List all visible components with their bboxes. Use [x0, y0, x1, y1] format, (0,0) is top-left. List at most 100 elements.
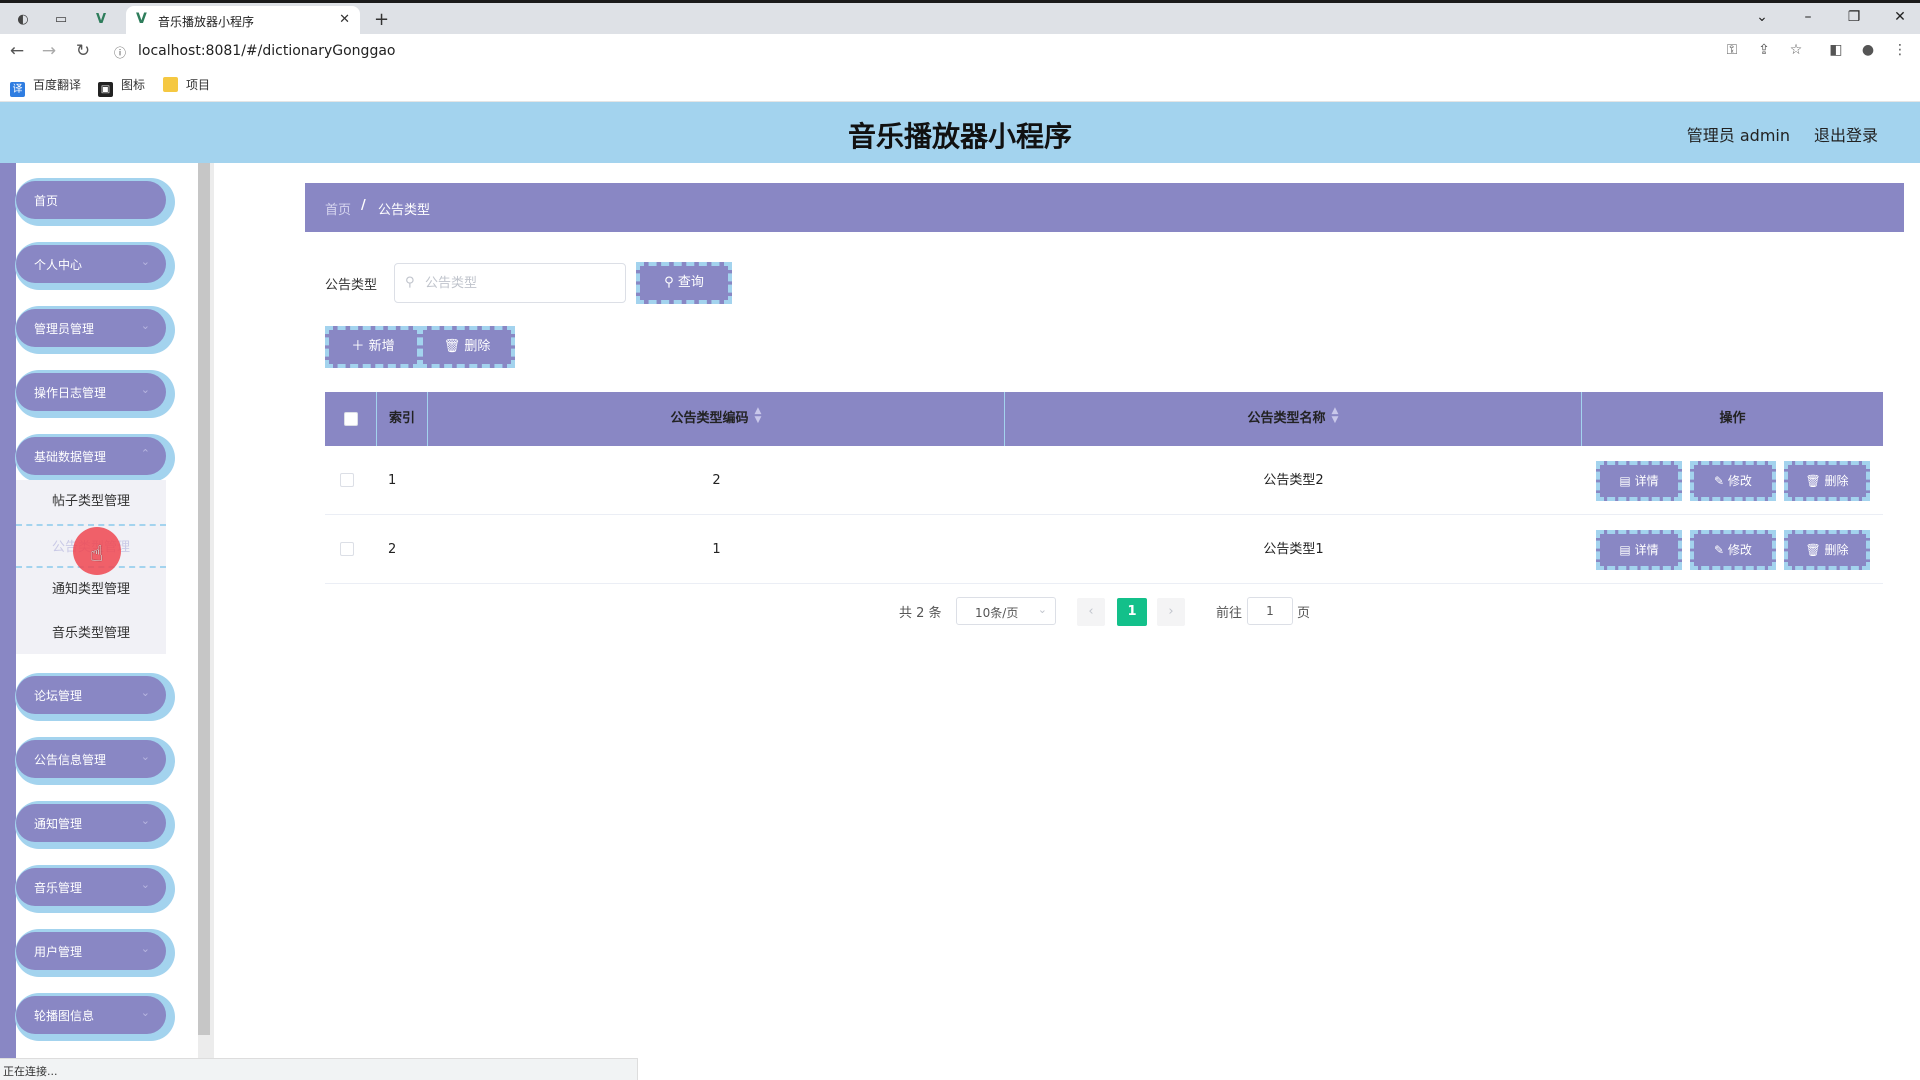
- row-checkbox[interactable]: [340, 542, 354, 556]
- row-select-cell: [325, 446, 377, 515]
- current-user: 管理员 admin: [1686, 126, 1790, 145]
- sidebar-item-users[interactable]: 用户管理 ⌄: [16, 932, 166, 970]
- key-icon[interactable]: ⚿: [1722, 42, 1742, 58]
- edit-icon: ✎: [1714, 474, 1728, 488]
- chevron-down-icon: ⌄: [140, 1006, 150, 1019]
- sidebar-item-music[interactable]: 音乐管理 ⌄: [16, 868, 166, 906]
- vue-favicon-icon[interactable]: V: [92, 11, 110, 29]
- chevron-down-icon: ⌄: [140, 878, 150, 891]
- prev-page-button[interactable]: ‹: [1077, 598, 1105, 626]
- chevron-up-icon: ⌃: [140, 447, 150, 460]
- sidebar-item-label: 轮播图信息: [34, 1009, 95, 1023]
- sidebar-scrollbar-thumb[interactable]: [198, 163, 210, 1035]
- submenu-item-notification-type[interactable]: 通知类型管理: [16, 568, 166, 612]
- tab-title: 音乐播放器小程序: [158, 15, 255, 29]
- header-actions: 操作: [1719, 411, 1746, 426]
- chevron-down-icon: ⌄: [140, 814, 150, 827]
- breadcrumb: 首页 / 公告类型: [305, 183, 1904, 232]
- sidebar-item-operation-log[interactable]: 操作日志管理 ⌄: [16, 373, 166, 411]
- table-header: 索引 公告类型编码 ▲ ▼ 公告类型名称 ▲ ▼ 操作: [325, 392, 1883, 446]
- submenu-item-post-type[interactable]: 帖子类型管理: [16, 480, 166, 524]
- sidebar-item-carousel[interactable]: 轮播图信息 ⌄: [16, 996, 166, 1034]
- more-menu-icon[interactable]: ⋮: [1890, 42, 1910, 58]
- row-checkbox[interactable]: [340, 473, 354, 487]
- bookmark-project[interactable]: 项目: [163, 76, 210, 93]
- query-button[interactable]: ⚲ 查询: [636, 262, 732, 304]
- select-all-checkbox[interactable]: [344, 412, 358, 426]
- minimize-icon[interactable]: –: [1798, 9, 1818, 25]
- sidebar-item-label: 首页: [34, 194, 59, 208]
- next-page-button[interactable]: ›: [1157, 598, 1185, 626]
- pinned-tab-icon[interactable]: ▭: [52, 11, 70, 29]
- sidebar-item-home[interactable]: 首页: [16, 181, 166, 219]
- share-icon[interactable]: ⇪: [1754, 42, 1774, 58]
- browser-status-bar: 正在连接...: [0, 1058, 638, 1080]
- search-field[interactable]: ⚲: [394, 263, 626, 303]
- hand-cursor-icon: ☝: [90, 542, 104, 567]
- cell-name: 公告类型2: [1263, 473, 1324, 488]
- tab-search-icon[interactable]: ⌄: [1752, 9, 1772, 25]
- sidebar-item-label: 操作日志管理: [34, 386, 107, 400]
- sort-icon[interactable]: ▲ ▼: [755, 407, 762, 425]
- submenu-item-music-type[interactable]: 音乐类型管理: [16, 612, 166, 656]
- header-code[interactable]: 公告类型编码 ▲ ▼: [428, 392, 1005, 446]
- sidebar-item-basic-data[interactable]: 基础数据管理 ⌃: [16, 437, 166, 475]
- sidebar-item-notice-info[interactable]: 公告信息管理 ⌄: [16, 740, 166, 778]
- reload-icon[interactable]: ↻: [72, 41, 94, 61]
- new-tab-icon[interactable]: +: [374, 9, 389, 30]
- sidebar-item-label: 个人中心: [34, 258, 83, 272]
- sort-icon[interactable]: ▲ ▼: [1332, 407, 1339, 425]
- site-info-icon[interactable]: ⓘ: [114, 44, 126, 61]
- page-number-current[interactable]: 1: [1117, 598, 1147, 626]
- bookmarks-bar: 译百度翻译 ▣ 图标 项目: [0, 70, 1920, 102]
- chevron-down-icon: ⌄: [140, 319, 150, 332]
- sidebar-item-label: 论坛管理: [34, 689, 83, 703]
- window-close-icon[interactable]: ✕: [1890, 9, 1910, 25]
- url-field[interactable]: ⓘ localhost:8081/#/dictionaryGonggao: [108, 39, 1708, 65]
- side-panel-icon[interactable]: ◧: [1826, 42, 1846, 58]
- status-text: 正在连接...: [3, 1065, 58, 1078]
- cell-index: 1: [388, 473, 397, 488]
- plus-icon: ＋: [351, 339, 369, 354]
- sidebar-item-label: 音乐管理: [34, 881, 83, 895]
- goto-page-input[interactable]: [1247, 597, 1293, 625]
- delete-button[interactable]: 🗑 删除: [1784, 461, 1870, 501]
- pagination-total: 共 2 条: [899, 606, 942, 621]
- vue-favicon-icon: V: [136, 11, 147, 27]
- forward-icon[interactable]: →: [38, 41, 60, 61]
- delete-button[interactable]: 🗑 删除: [1784, 530, 1870, 570]
- add-button[interactable]: ＋ 新增: [325, 326, 421, 368]
- sidebar-scrollbar[interactable]: [198, 163, 214, 1058]
- restore-icon[interactable]: ❐: [1844, 9, 1864, 25]
- profile-icon[interactable]: ●: [1858, 42, 1878, 58]
- header-name[interactable]: 公告类型名称 ▲ ▼: [1005, 392, 1582, 446]
- close-tab-icon[interactable]: ✕: [339, 12, 350, 27]
- sidebar-item-forum[interactable]: 论坛管理 ⌄: [16, 676, 166, 714]
- sidebar-item-label: 用户管理: [34, 945, 83, 959]
- edit-button[interactable]: ✎ 修改: [1690, 530, 1776, 570]
- cell-code: 2: [712, 473, 721, 488]
- breadcrumb-current: 公告类型: [378, 203, 431, 218]
- sidebar-item-notification[interactable]: 通知管理 ⌄: [16, 804, 166, 842]
- back-icon[interactable]: ←: [6, 41, 28, 61]
- chrome-menu-icon[interactable]: ◐: [14, 11, 32, 29]
- image-icon: ▣: [98, 82, 113, 97]
- sidebar-item-admin-management[interactable]: 管理员管理 ⌄: [16, 309, 166, 347]
- edit-button[interactable]: ✎ 修改: [1690, 461, 1776, 501]
- logout-link[interactable]: 退出登录: [1814, 122, 1878, 146]
- chevron-down-icon: ⌄: [140, 383, 150, 396]
- bookmark-star-icon[interactable]: ☆: [1786, 42, 1806, 58]
- detail-button[interactable]: ▤ 详情: [1596, 530, 1682, 570]
- page-size-select[interactable]: 10条/页 ⌄: [956, 597, 1056, 625]
- batch-delete-button[interactable]: 🗑 删除: [419, 326, 515, 368]
- search-icon: ⚲: [405, 275, 415, 290]
- sidebar-item-personal-center[interactable]: 个人中心 ⌄: [16, 245, 166, 283]
- active-tab[interactable]: V 音乐播放器小程序 ✕: [126, 6, 360, 37]
- search-input[interactable]: [425, 273, 615, 293]
- trash-icon: 🗑: [443, 339, 465, 354]
- bookmark-baidu-translate[interactable]: 译百度翻译: [10, 76, 81, 97]
- search-label: 公告类型: [325, 278, 378, 293]
- bookmark-icons[interactable]: ▣ 图标: [98, 76, 145, 97]
- detail-button[interactable]: ▤ 详情: [1596, 461, 1682, 501]
- breadcrumb-home[interactable]: 首页: [325, 199, 351, 218]
